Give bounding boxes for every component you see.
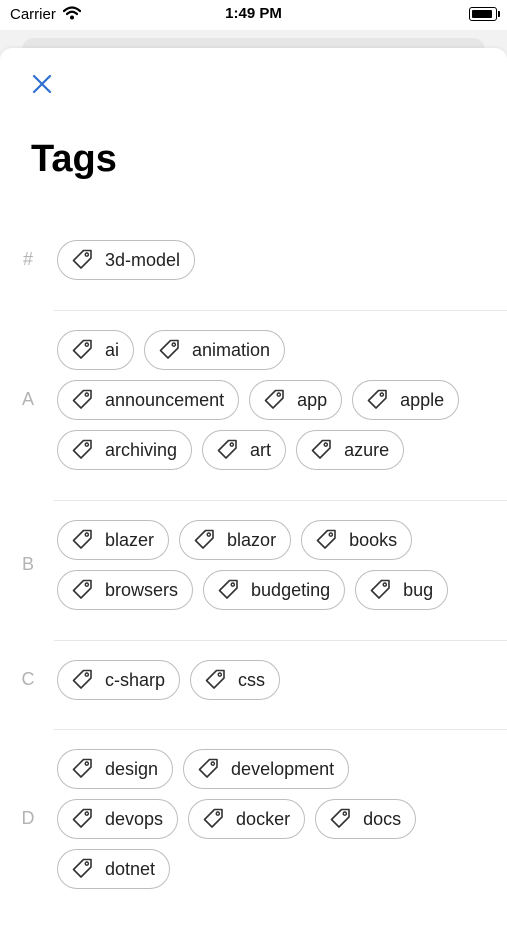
section-divider <box>54 500 507 501</box>
tag-chip[interactable]: ai <box>57 330 135 370</box>
tag-label: apple <box>400 389 445 410</box>
tag-icon <box>316 529 336 549</box>
tag-icon <box>203 808 223 828</box>
tag-chip[interactable]: 3d-model <box>57 240 196 280</box>
chip-row: ai animation <box>57 330 295 370</box>
status-bar: Carrier 1:49 PM <box>0 0 507 30</box>
section-index-letter: # <box>22 249 33 269</box>
tag-label: blazer <box>105 529 155 550</box>
tag-chip[interactable]: animation <box>144 330 286 370</box>
chip-row: announcement app apple <box>57 380 469 420</box>
tag-chip[interactable]: budgeting <box>203 570 346 610</box>
tag-section: Ddesign development devops docker docs dotnet <box>0 749 507 889</box>
tag-label: budgeting <box>251 579 331 600</box>
tag-chip[interactable]: design <box>57 749 174 789</box>
chip-row: blazer blazor books <box>57 520 422 560</box>
tag-icon <box>72 339 92 359</box>
chip-row: archiving art azure <box>57 430 414 470</box>
section-index-letter: C <box>21 669 35 689</box>
section-index-letter: D <box>21 808 35 828</box>
tag-icon <box>72 858 92 878</box>
tag-icon <box>205 669 225 689</box>
tag-label: bug <box>403 579 434 600</box>
tag-chip[interactable]: app <box>249 380 343 420</box>
tag-icon <box>367 389 387 409</box>
tag-label: animation <box>192 339 271 360</box>
tag-label: blazor <box>227 529 277 550</box>
chip-row: 3d-model <box>57 240 205 280</box>
tag-icon <box>198 758 218 778</box>
tag-label: books <box>349 529 398 550</box>
tag-icon <box>72 249 92 269</box>
tag-chip[interactable]: development <box>183 749 350 789</box>
tag-label: docs <box>363 808 402 829</box>
tag-chip[interactable]: devops <box>57 799 179 839</box>
tag-chip[interactable]: blazer <box>57 520 170 560</box>
tag-section: Cc-sharp css <box>0 660 507 700</box>
section-divider <box>54 640 507 641</box>
tag-label: announcement <box>105 389 225 410</box>
tag-chip[interactable]: books <box>301 520 413 560</box>
tag-chip[interactable]: azure <box>296 430 405 470</box>
chip-row: design development <box>57 749 359 789</box>
chip-row: dotnet <box>57 849 180 889</box>
tag-label: azure <box>344 439 390 460</box>
tag-label: css <box>238 669 266 690</box>
section-divider <box>54 729 507 730</box>
tag-chip[interactable]: bug <box>355 570 449 610</box>
battery-icon <box>469 7 500 21</box>
tag-icon <box>311 439 331 459</box>
tag-icon <box>217 439 237 459</box>
tag-section: Aai animation announcement app apple archivin… <box>0 330 507 470</box>
tag-icon <box>370 579 390 599</box>
tag-chip[interactable]: apple <box>352 380 460 420</box>
tag-icon <box>264 389 284 409</box>
tag-chip[interactable]: art <box>202 430 287 470</box>
tag-icon <box>72 439 92 459</box>
tag-icon <box>72 579 92 599</box>
tag-section: Bblazer blazor books browsers budgeting bug <box>0 520 507 610</box>
tag-icon <box>72 389 92 409</box>
tag-icon <box>72 808 92 828</box>
tag-label: app <box>297 389 328 410</box>
tag-label: browsers <box>105 579 179 600</box>
tag-icon <box>218 579 238 599</box>
tag-chip[interactable]: dotnet <box>57 849 171 889</box>
tag-label: 3d-model <box>105 249 181 270</box>
tag-label: ai <box>105 339 120 360</box>
tag-label: dotnet <box>105 858 156 879</box>
chip-row: c-sharp css <box>57 660 290 700</box>
tag-label: art <box>250 439 272 460</box>
tag-icon <box>330 808 350 828</box>
tag-chip[interactable]: docs <box>315 799 417 839</box>
tag-icon <box>72 669 92 689</box>
close-icon <box>32 74 52 94</box>
chip-row: devops docker docs <box>57 799 426 839</box>
tag-label: docker <box>236 808 291 829</box>
tag-chip[interactable]: archiving <box>57 430 193 470</box>
chip-row: browsers budgeting bug <box>57 570 458 610</box>
tag-chip[interactable]: announcement <box>57 380 240 420</box>
tag-chip[interactable]: blazor <box>179 520 292 560</box>
close-button[interactable] <box>30 72 54 96</box>
tag-section: #3d-model <box>0 240 507 280</box>
tag-label: c-sharp <box>105 669 166 690</box>
tag-label: development <box>231 758 335 779</box>
tag-chip[interactable]: css <box>190 660 281 700</box>
section-divider <box>54 310 507 311</box>
tag-icon <box>72 529 92 549</box>
tag-icon <box>72 758 92 778</box>
status-time: 1:49 PM <box>225 5 282 22</box>
section-index-letter: B <box>21 554 34 574</box>
tag-label: archiving <box>105 439 178 460</box>
tag-chip[interactable]: c-sharp <box>57 660 181 700</box>
tag-label: devops <box>105 808 164 829</box>
section-index-letter: A <box>21 389 34 409</box>
tag-icon <box>194 529 214 549</box>
tag-chip[interactable]: browsers <box>57 570 194 610</box>
tag-icon <box>159 339 179 359</box>
page-title: Tags <box>31 138 117 180</box>
tag-chip[interactable]: docker <box>188 799 306 839</box>
tag-label: design <box>105 758 159 779</box>
